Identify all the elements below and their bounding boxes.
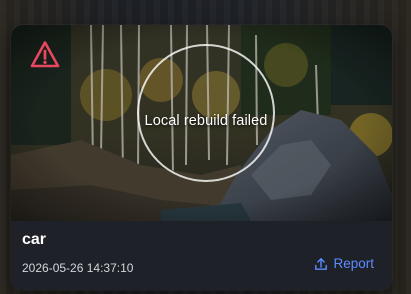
timestamp: 2026-05-26 14:37:10	[22, 261, 134, 275]
thumbnail: Local rebuild failed	[11, 25, 392, 221]
model-card[interactable]: Local rebuild failed car 2026-05-26 14:3…	[11, 25, 392, 290]
model-title: car	[22, 231, 47, 248]
status-text: Local rebuild failed	[144, 113, 268, 129]
upload-icon	[315, 257, 328, 270]
report-button[interactable]: Report	[314, 256, 374, 271]
warning-triangle-icon	[30, 41, 60, 68]
report-label: Report	[333, 256, 374, 271]
